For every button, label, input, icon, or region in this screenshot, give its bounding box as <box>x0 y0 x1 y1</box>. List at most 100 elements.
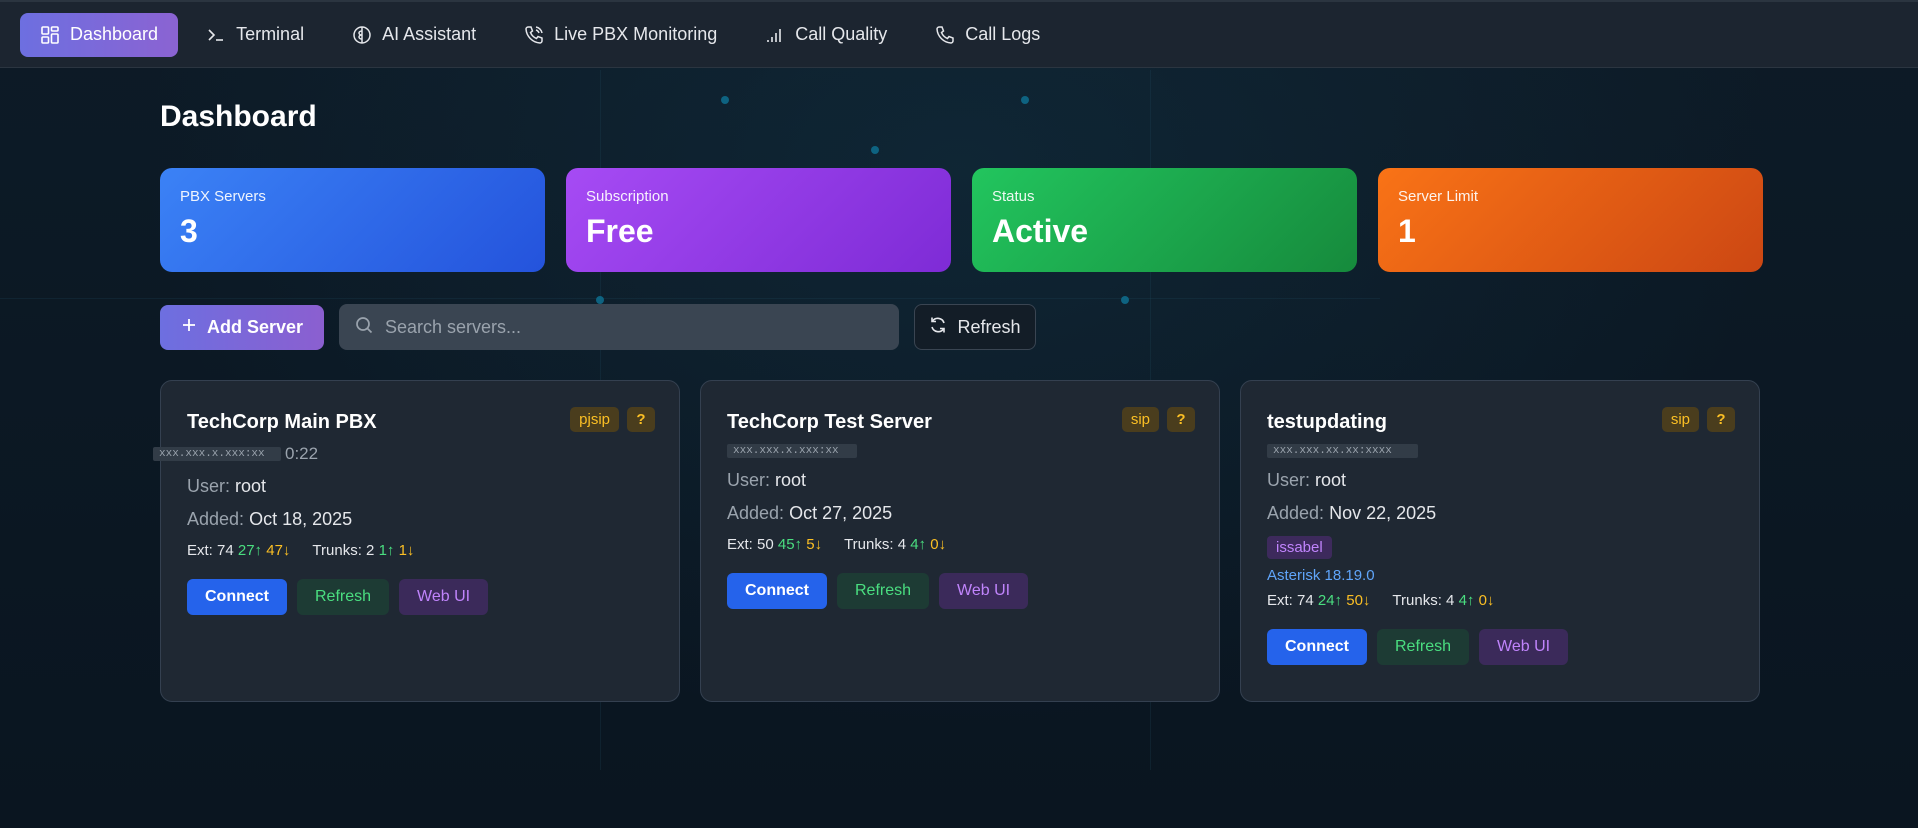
protocol-badge: sip <box>1661 407 1699 432</box>
background-dot <box>1121 296 1129 304</box>
server-actions: Connect Refresh Web UI <box>1267 629 1733 665</box>
user-value: root <box>235 476 267 496</box>
stat-label: Subscription <box>586 188 669 205</box>
stat-value: 1 <box>1398 213 1416 249</box>
host-masked: xxx.xxx.x.xxx:xx <box>153 447 281 461</box>
extensions-stat: Ext: 50 45↑ 5↓ <box>727 536 822 553</box>
add-server-button[interactable]: Add Server <box>160 304 324 350</box>
connect-button[interactable]: Connect <box>727 573 827 609</box>
web-ui-button[interactable]: Web UI <box>399 579 489 615</box>
stat-label: PBX Servers <box>180 188 266 205</box>
trunks-up: 4↑ <box>910 536 927 553</box>
server-added: Added: Oct 18, 2025 <box>187 509 653 530</box>
server-refresh-button[interactable]: Refresh <box>1377 629 1470 665</box>
user-key: User: <box>1267 470 1311 490</box>
host-masked: xxx.xxx.xx.xx:xxxx <box>1267 444 1418 458</box>
top-navbar: Dashboard Terminal AI Assistant Live PBX… <box>0 0 1918 68</box>
protocol-badge: sip <box>1121 407 1159 432</box>
server-stats: Ext: 74 24↑ 50↓ Trunks: 4 4↑ 0↓ <box>1267 592 1733 609</box>
user-key: User: <box>187 476 231 496</box>
search-input[interactable] <box>385 316 865 338</box>
search-box <box>339 304 899 350</box>
stat-card-server-limit: Server Limit 1 <box>1378 168 1763 272</box>
os-badge: issabel <box>1267 536 1332 559</box>
help-button[interactable]: ? <box>1707 407 1735 432</box>
server-stats: Ext: 74 27↑ 47↓ Trunks: 2 1↑ 1↓ <box>187 542 653 559</box>
trunks-label: Trunks: 4 <box>1392 592 1455 609</box>
terminal-icon <box>206 25 226 45</box>
refresh-button[interactable]: Refresh <box>914 304 1036 350</box>
ext-label: Ext: 74 <box>1267 592 1314 609</box>
nav-label: AI Assistant <box>382 24 477 44</box>
server-added: Added: Nov 22, 2025 <box>1267 503 1733 524</box>
server-user: User: root <box>187 476 653 497</box>
trunks-down: 1↓ <box>398 542 415 559</box>
background-dot <box>1021 96 1029 104</box>
web-ui-button[interactable]: Web UI <box>1479 629 1569 665</box>
stat-card-subscription: Subscription Free <box>566 168 951 272</box>
ext-down: 5↓ <box>806 536 823 553</box>
ai-brain-icon <box>352 25 372 45</box>
extensions-stat: Ext: 74 27↑ 47↓ <box>187 542 290 559</box>
nav-item-live-pbx-monitoring[interactable]: Live PBX Monitoring <box>504 13 737 57</box>
added-key: Added: <box>727 503 785 523</box>
background-dot <box>721 96 729 104</box>
server-host: xxx.xxx.xx.xx:xxxx <box>1267 434 1733 458</box>
phone-icon <box>935 25 955 45</box>
trunks-label: Trunks: 2 <box>312 542 375 559</box>
nav-item-call-logs[interactable]: Call Logs <box>915 13 1060 57</box>
server-host: xxx.xxx.x.xxx:xx <box>727 434 1193 458</box>
nav-label: Terminal <box>236 24 305 44</box>
asterisk-version: Asterisk 18.19.0 <box>1267 567 1375 584</box>
user-value: root <box>775 470 807 490</box>
dashboard-grid-icon <box>40 25 60 45</box>
server-badges: sip ? <box>1661 407 1735 432</box>
stat-value: Free <box>586 213 654 249</box>
trunks-label: Trunks: 4 <box>844 536 907 553</box>
page-title: Dashboard <box>160 100 317 133</box>
nav-item-dashboard[interactable]: Dashboard <box>20 12 179 57</box>
ext-up: 27↑ <box>237 542 263 559</box>
server-user: User: root <box>1267 470 1733 491</box>
nav-item-ai-assistant[interactable]: AI Assistant <box>332 13 496 57</box>
ext-down: 47↓ <box>266 542 291 559</box>
trunks-up: 4↑ <box>1458 592 1475 609</box>
server-refresh-button[interactable]: Refresh <box>837 573 930 609</box>
server-card: sip ? TechCorp Test Server xxx.xxx.x.xxx… <box>700 380 1220 702</box>
added-key: Added: <box>1267 503 1325 523</box>
os-badge-row: issabel <box>1267 524 1733 559</box>
server-host: xxx.xxx.x.xxx:xx 0:22 <box>153 434 653 464</box>
stat-value: 3 <box>180 213 198 249</box>
web-ui-button[interactable]: Web UI <box>939 573 1029 609</box>
stats-row: PBX Servers 3 Subscription Free Status A… <box>160 168 1763 272</box>
server-card: pjsip ? TechCorp Main PBX xxx.xxx.x.xxx:… <box>153 380 680 702</box>
trunks-up: 1↑ <box>378 542 395 559</box>
nav-label: Dashboard <box>70 24 159 44</box>
nav-label: Call Quality <box>795 24 888 44</box>
server-card: sip ? testupdating xxx.xxx.xx.xx:xxxx Us… <box>1240 380 1760 702</box>
host-masked: xxx.xxx.x.xxx:xx <box>727 444 857 458</box>
background-dot <box>871 146 879 154</box>
nav-label: Live PBX Monitoring <box>554 24 718 44</box>
help-button[interactable]: ? <box>627 407 655 432</box>
stat-label: Server Limit <box>1398 188 1479 205</box>
stat-card-pbx-servers: PBX Servers 3 <box>160 168 545 272</box>
connect-button[interactable]: Connect <box>187 579 287 615</box>
server-badges: sip ? <box>1121 407 1195 432</box>
nav-item-call-quality[interactable]: Call Quality <box>745 13 907 57</box>
server-refresh-button[interactable]: Refresh <box>297 579 390 615</box>
added-value: Nov 22, 2025 <box>1329 503 1437 523</box>
added-key: Added: <box>187 509 245 529</box>
connect-button[interactable]: Connect <box>1267 629 1367 665</box>
server-badges: pjsip ? <box>570 407 655 432</box>
ext-label: Ext: 74 <box>187 542 234 559</box>
help-button[interactable]: ? <box>1167 407 1195 432</box>
nav-item-terminal[interactable]: Terminal <box>186 13 324 57</box>
user-key: User: <box>727 470 771 490</box>
background-dot <box>596 296 604 304</box>
server-cards: pjsip ? TechCorp Main PBX xxx.xxx.x.xxx:… <box>153 380 1760 702</box>
stat-label: Status <box>992 188 1035 205</box>
server-toolbar: Add Server Refresh <box>160 304 1036 350</box>
plus-icon <box>181 317 197 338</box>
extensions-stat: Ext: 74 24↑ 50↓ <box>1267 592 1370 609</box>
